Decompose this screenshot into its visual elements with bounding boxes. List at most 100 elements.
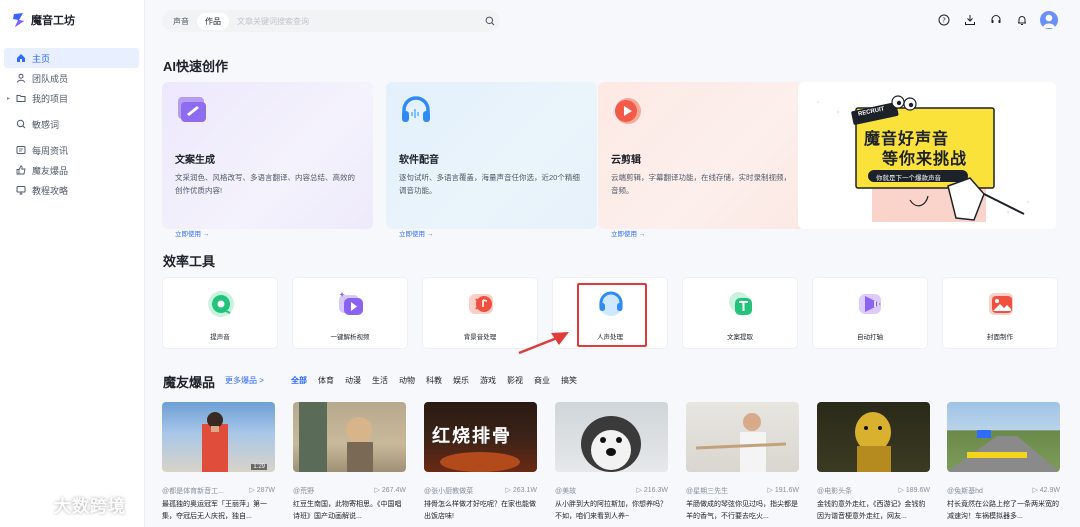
sidebar-item-team[interactable]: 团队成员 [4, 68, 139, 88]
video-thumbnail[interactable] [293, 402, 406, 472]
svg-text:?: ? [942, 17, 946, 25]
sidebar-item-weekly-news[interactable]: 每周资讯 [4, 140, 139, 160]
video-thumbnail[interactable] [686, 402, 799, 472]
category-tab[interactable]: 动物 [399, 375, 415, 386]
play-count-icon: ▷ [249, 487, 257, 494]
search-doc-icon [16, 119, 26, 129]
category-tab[interactable]: 动漫 [345, 375, 361, 386]
caret-right-icon[interactable]: ▸ [7, 95, 10, 102]
video-thumbnail[interactable] [555, 402, 668, 472]
video-card[interactable]: @美故 ▷ 216.3W 从小胖到大的阿拉斯加，你想养吗？不如，咱们来看到人养~ [555, 402, 668, 523]
category-tab[interactable]: 游戏 [480, 375, 496, 386]
ai-card-desc: 逐句试听、多语言覆盖，海量声音任你选，近20个精细调音功能。 [399, 173, 580, 195]
help-icon[interactable]: ? [936, 11, 952, 29]
search-input[interactable] [229, 16, 483, 26]
auto-timeline-icon [859, 294, 881, 314]
category-tab[interactable]: 全部 [291, 375, 307, 386]
section-title-ai: AI快速创作 [163, 59, 229, 74]
sidebar-item-tutorials[interactable]: 教程攻略 [4, 180, 139, 200]
video-author: @兔斯基hd [947, 488, 983, 495]
ai-card-desc: 文采润色、风格改写、多语言翻译、内容总结、高效的创作优质内容! [175, 173, 355, 195]
tool-label: 封面制作 [987, 334, 1013, 341]
video-title: 排骨怎么样做才好吃呢？在家也能做出饭店味! [424, 501, 536, 520]
recruit-banner[interactable]: RECRUIT 魔音好声音 等你来挑战 你就是下一个爆款声音 [798, 82, 1056, 229]
notification-bell-icon[interactable] [1014, 11, 1030, 29]
ai-card-title: 文案生成 [175, 155, 215, 166]
category-tab[interactable]: 生活 [372, 375, 388, 386]
tool-parse-video[interactable]: 一键解析视频 [292, 277, 408, 349]
avatar[interactable] [1040, 11, 1058, 29]
video-clip-icon [615, 98, 641, 124]
tool-label: 一键解析视频 [330, 334, 370, 341]
video-thumbnail[interactable]: 红烧排骨 [424, 402, 537, 472]
video-title: 金钱豹意外走红，《西游记》金钱豹因为谐音梗意外走红，网友... [817, 501, 926, 520]
video-views: 216.3W [643, 487, 668, 494]
use-now-link[interactable]: 立即使用 → [611, 228, 796, 238]
video-duration: 1:29 [251, 464, 267, 470]
video-title: 最孤独的奥运冠军「王丽萍」第一集，夺冠后无人庆祝，独自... [162, 501, 267, 520]
category-tab[interactable]: 搞笑 [561, 375, 577, 386]
headphone-icon [402, 96, 430, 122]
section-title-tools: 效率工具 [163, 254, 216, 269]
sidebar-item-label: 主页 [32, 53, 51, 64]
video-thumbnail[interactable]: 1:29 [162, 402, 275, 472]
category-tab[interactable]: 娱乐 [453, 375, 469, 386]
watermark: 大数跨境 [10, 492, 126, 517]
cover-make-icon [989, 293, 1013, 315]
text-extract-icon [729, 292, 752, 315]
video-thumbnail[interactable] [947, 402, 1060, 472]
category-tab[interactable]: 影视 [507, 375, 523, 386]
doc-write-icon [178, 97, 206, 122]
tool-cover-make[interactable]: 封面制作 [942, 277, 1058, 349]
video-card[interactable]: @星期三先生 ▷ 191.6W 羊肠做成的琴弦你见过吗，指尖都是羊的香气，不行要去… [686, 402, 799, 523]
category-tabs: 全部 体育 动漫 生活 动物 科教 娱乐 游戏 影视 商业 搞笑 [291, 375, 577, 386]
ai-card-copywriting[interactable]: 文案生成 文采润色、风格改写、多语言翻译、内容总结、高效的创作优质内容! 立即使… [162, 82, 373, 238]
sidebar-item-label: 我的项目 [32, 93, 69, 104]
play-count-icon: ▷ [1032, 487, 1040, 494]
category-tab[interactable]: 科教 [426, 375, 442, 386]
search-tab-sound[interactable]: 声音 [165, 13, 197, 30]
use-now-link[interactable]: 立即使用 → [399, 228, 584, 238]
video-card[interactable]: @电影头条 ▷ 189.6W 金钱豹意外走红，《西游记》金钱豹因为谐音梗意外走红，… [817, 402, 930, 523]
sidebar-item-label: 敏感词 [32, 119, 60, 130]
video-card[interactable]: @兔斯基hd ▷ 42.9W 村长竟然在公路上挖了一条两米宽的减速沟！车祸模拟器多… [947, 402, 1060, 523]
folder-icon [16, 93, 26, 103]
banner-sub: 你就是下一个爆款声音 [876, 175, 941, 182]
sidebar-item-hot-works[interactable]: 魔友爆品 [4, 160, 139, 180]
download-icon[interactable] [962, 11, 978, 29]
category-tab[interactable]: 商业 [534, 375, 550, 386]
play-count-icon: ▷ [636, 487, 644, 494]
video-author: @荒野 [293, 488, 315, 495]
tool-auto-timeline[interactable]: 自动打轴 [812, 277, 928, 349]
use-now-link[interactable]: 立即使用 → [175, 228, 360, 238]
category-tab[interactable]: 体育 [318, 375, 334, 386]
sidebar: 魔音工坊 主页 团队成员 ▸ 我的项目 敏感词 每周资讯 魔友爆品 教程攻略 [0, 0, 145, 527]
sidebar-item-projects[interactable]: ▸ 我的项目 [4, 88, 139, 108]
customer-service-icon[interactable] [988, 11, 1004, 29]
ai-card-title: 云剪辑 [611, 155, 641, 166]
tool-label: 自动打轴 [857, 334, 883, 341]
app-title: 魔音工坊 [31, 15, 75, 27]
ai-card-cloud-edit[interactable]: 云剪辑 云端剪辑，字幕翻译功能，在线存储，实时录制视频，音频。 立即使用 → [598, 82, 809, 238]
sidebar-item-home[interactable]: 主页 [4, 48, 139, 68]
video-views: 267.4W [381, 487, 406, 494]
video-thumbnail[interactable] [817, 402, 930, 472]
sidebar-item-sensitive-words[interactable]: 敏感词 [4, 114, 139, 134]
app-logo[interactable]: 魔音工坊 [12, 12, 75, 28]
search-icon[interactable] [483, 14, 497, 28]
video-author: @星期三先生 [686, 488, 729, 495]
video-title: 红豆生南国，此物寄相思。《中国唱诗班》国产动画解说... [293, 501, 402, 520]
video-card[interactable]: 红烧排骨 @张小厨教做菜 ▷ 263.1W 排骨怎么样做才好吃呢？在家也能做出饭店… [424, 402, 537, 523]
more-hot-link[interactable]: 更多爆品 > [225, 375, 264, 386]
ai-card-desc: 云端剪辑，字幕翻译功能，在线存储，实时录制视频，音频。 [611, 173, 791, 195]
video-card[interactable]: @荒野 ▷ 267.4W 红豆生南国，此物寄相思。《中国唱诗班》国产动画解说... [293, 402, 406, 523]
ai-card-dubbing[interactable]: 软件配音 逐句试听、多语言覆盖，海量声音任你选，近20个精细调音功能。 立即使用… [386, 82, 597, 238]
tool-extract-audio[interactable]: 提声音 [162, 277, 278, 349]
video-views: 287W [256, 487, 275, 494]
search-tab-works[interactable]: 作品 [197, 12, 229, 30]
parse-video-icon [339, 292, 363, 315]
play-count-icon: ▷ [898, 487, 906, 494]
video-card[interactable]: 1:29 @都是体育新音工... ▷ 287W 最孤独的奥运冠军「王丽萍」第一集，… [162, 402, 275, 523]
video-views: 42.9W [1039, 487, 1060, 494]
tool-text-extract[interactable]: 文案提取 [682, 277, 798, 349]
